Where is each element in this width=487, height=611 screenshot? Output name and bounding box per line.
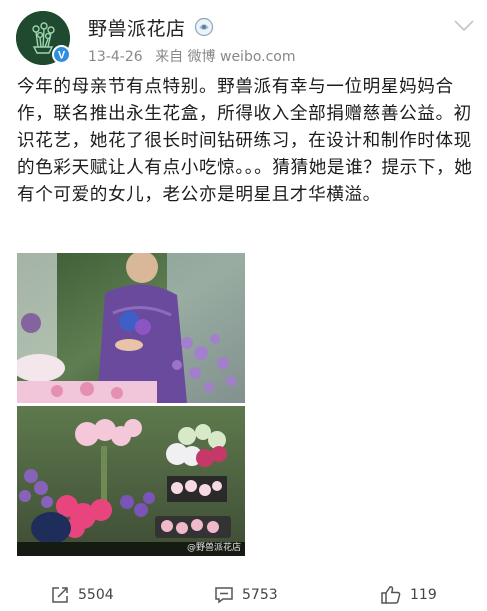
photo-arrangements-image — [17, 406, 245, 556]
post-meta: 13-4-26 来自 微博 weibo.com — [88, 46, 304, 66]
repost-count: 5504 — [78, 587, 114, 603]
comment-button[interactable]: 5753 — [214, 582, 278, 608]
account-name[interactable]: 野兽派花店 — [88, 14, 186, 41]
post-text: 今年的母亲节有点特别。野兽派有幸与一位明星妈妈合作，联名推出永生花盒，所得收入全… — [17, 77, 473, 205]
svg-text:V: V — [58, 50, 66, 62]
comment-count: 5753 — [242, 587, 278, 603]
repost-icon — [52, 587, 68, 603]
thumbs-up-icon — [381, 586, 401, 604]
post-source[interactable]: 来自 微博 weibo.com — [155, 49, 295, 65]
like-button[interactable]: 119 — [380, 582, 437, 608]
verified-badge-icon: V — [52, 45, 71, 64]
repost-button[interactable]: 5504 — [50, 582, 114, 608]
post-action-bar: 5504 5753 119 — [0, 582, 487, 611]
chevron-down-icon[interactable] — [454, 20, 474, 32]
post-photo[interactable]: @野兽派花店 — [17, 406, 245, 556]
post-photo[interactable] — [17, 253, 245, 403]
comment-icon — [215, 587, 233, 604]
photo-florist-image — [17, 253, 245, 403]
post-timestamp: 13-4-26 — [88, 49, 143, 65]
like-count: 119 — [410, 587, 437, 603]
photo-watermark: @野兽派花店 — [186, 543, 241, 553]
vip-badge-icon[interactable] — [194, 17, 214, 37]
